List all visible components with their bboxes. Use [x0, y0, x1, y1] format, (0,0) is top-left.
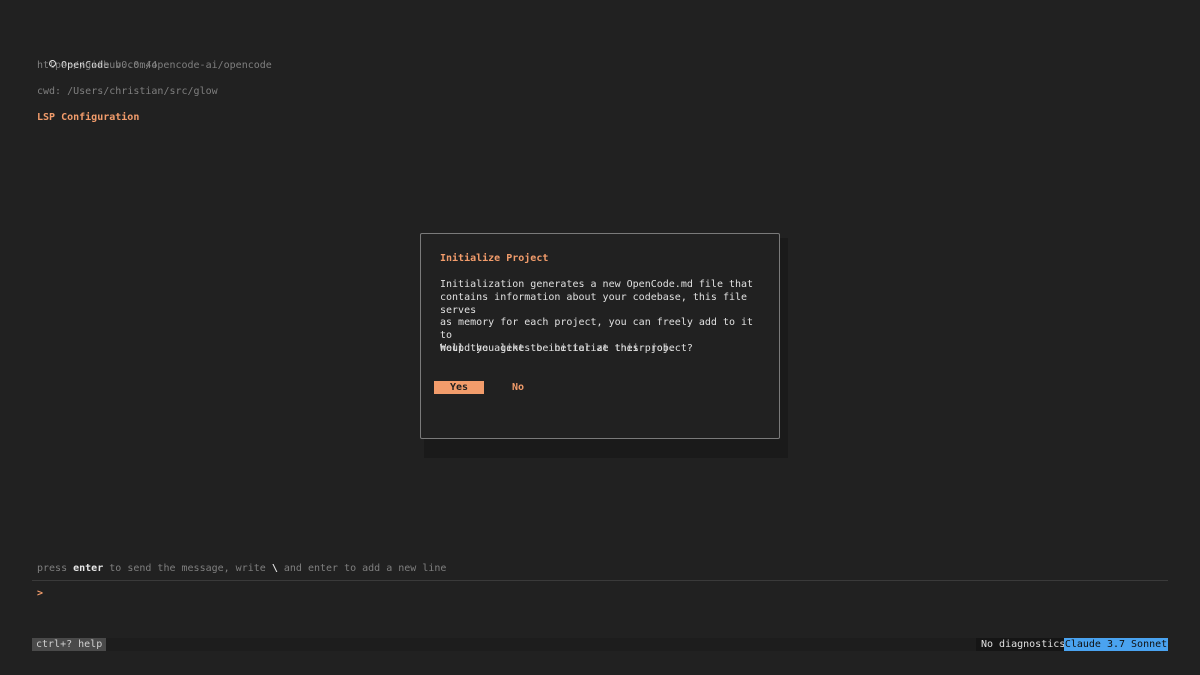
cwd-path: /Users/christian/src/glow — [67, 86, 218, 97]
lsp-section-title: LSP Configuration — [37, 112, 140, 123]
help-badge[interactable]: ctrl+? help — [32, 638, 107, 651]
no-button[interactable]: No — [504, 381, 532, 394]
message-input[interactable] — [50, 586, 1160, 602]
dialog-title: Initialize Project — [440, 253, 549, 264]
hint-key-enter: enter — [73, 563, 104, 574]
diagnostics-badge: No diagnostics — [976, 638, 1071, 651]
prompt-caret-icon: > — [37, 588, 44, 599]
input-hint: press enter to send the message, write \… — [37, 562, 446, 575]
dialog-question: Would you like to initialize this projec… — [440, 343, 693, 354]
input-divider — [32, 580, 1168, 581]
initialize-project-dialog: Initialize Project Initialization genera… — [420, 233, 780, 439]
model-badge[interactable]: Claude 3.7 Sonnet — [1064, 638, 1168, 651]
cwd-line: cwd: /Users/christian/src/glow — [37, 85, 218, 98]
cwd-label: cwd: — [37, 86, 62, 97]
yes-button[interactable]: Yes — [434, 381, 484, 394]
repo-url: https://github.com/opencode-ai/opencode — [37, 60, 272, 71]
hint-text-3: and enter to add a new line — [277, 563, 447, 574]
hint-text-2: to send the message, write — [103, 563, 272, 574]
hint-text-1: press — [37, 563, 74, 574]
